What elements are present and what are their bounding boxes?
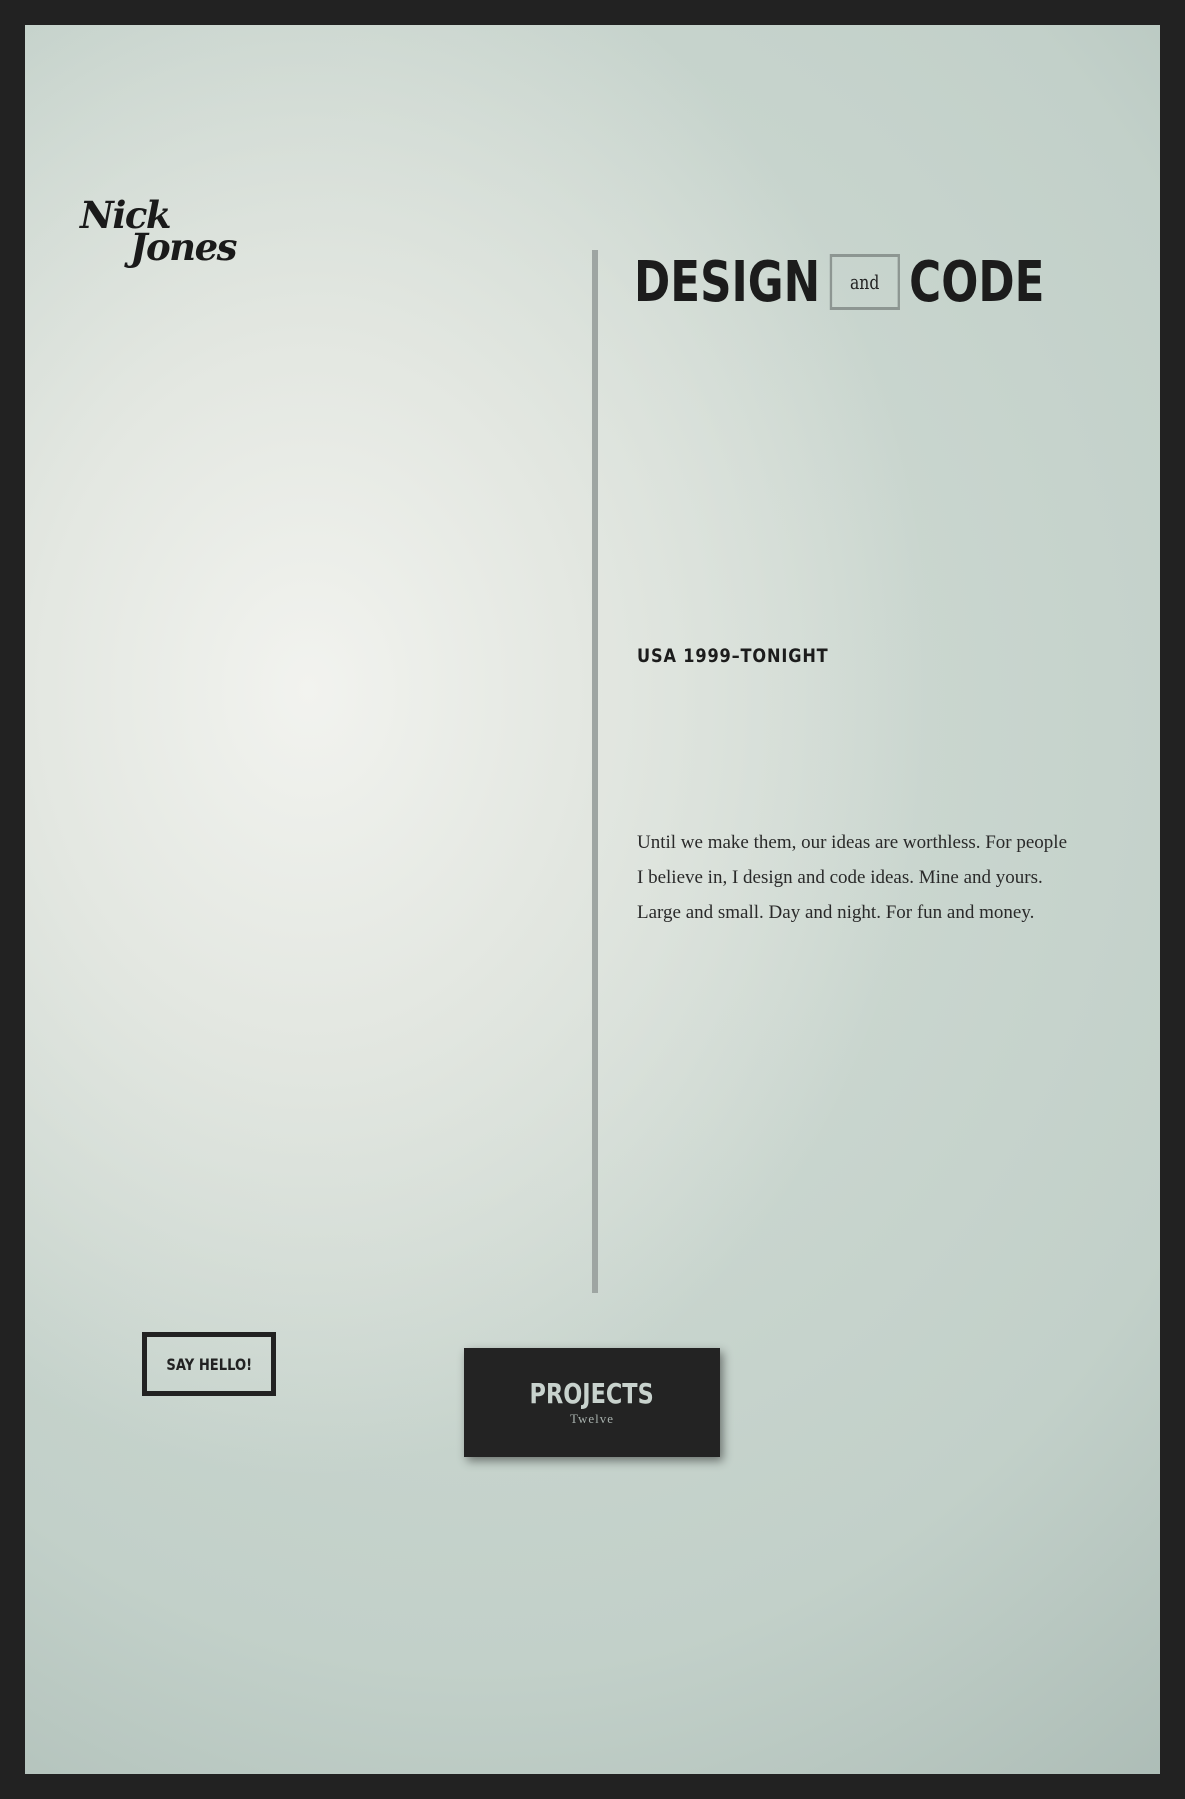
projects-count: Twelve [569,1410,615,1426]
headline: DESIGN and CODE [634,247,1044,317]
projects-title: PROJECTS [529,1376,655,1410]
page-frame: Nick Jones DESIGN and CODE USA 1999–TONI… [25,25,1160,1774]
projects-button[interactable]: PROJECTS Twelve [464,1348,720,1457]
intro-line: Large and small. Day and night. For fun … [637,902,1035,923]
headline-code: CODE [909,249,1045,315]
logo[interactable]: Nick Jones [70,195,237,285]
intro-line: Until we make them, our ideas are worthl… [637,832,1068,853]
logo-last-name: Jones [130,225,237,269]
intro-line: I believe in, I design and code ideas. M… [637,867,1043,888]
say-hello-label: SAY HELLO! [166,1354,252,1374]
vertical-divider [592,250,598,1293]
say-hello-button[interactable]: SAY HELLO! [142,1332,276,1396]
intro-paragraph: Until we make them, our ideas are worthl… [637,825,1107,930]
tagline: USA 1999–TONIGHT [637,645,829,667]
headline-design: DESIGN [634,249,821,315]
headline-and-box: and [829,254,900,310]
